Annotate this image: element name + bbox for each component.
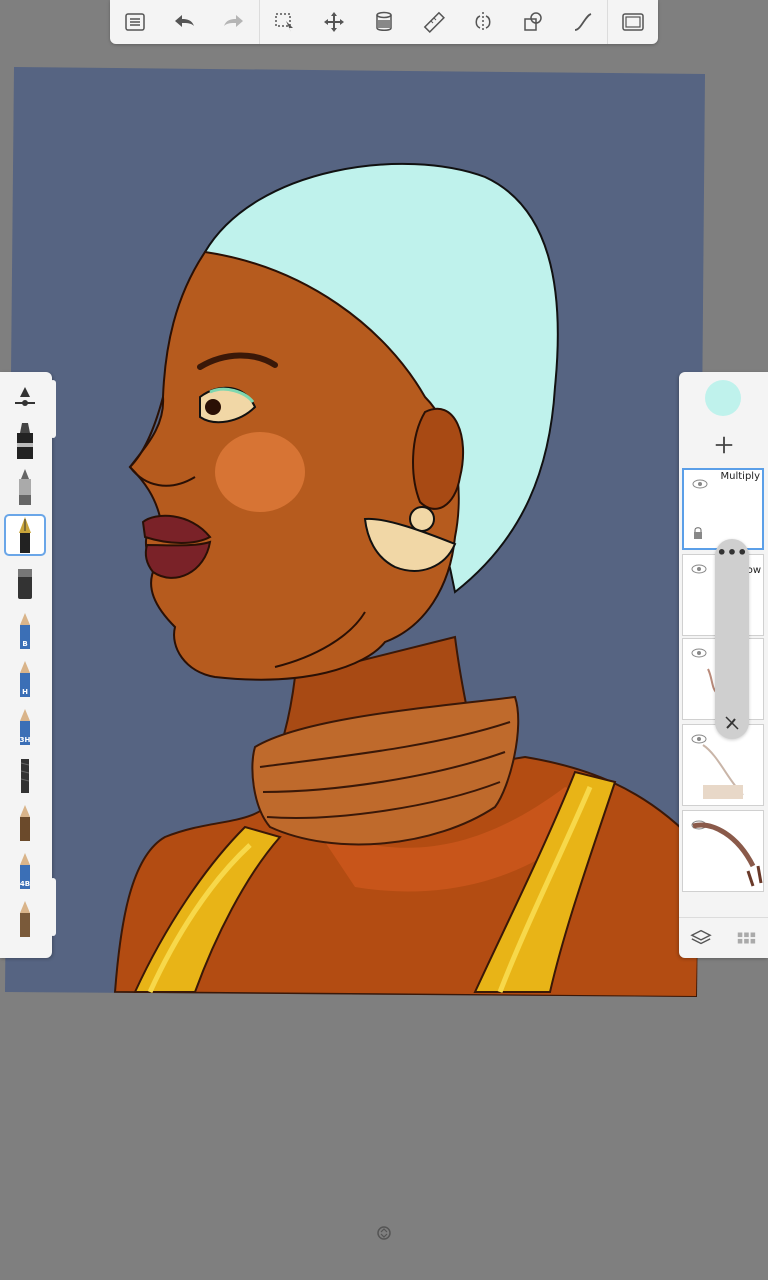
transform-move-icon[interactable] [310,0,360,44]
layer-item[interactable] [682,810,764,892]
brush-badge-3h: 3H [19,736,31,744]
layers-stack-icon[interactable] [690,927,712,949]
grid-view-icon[interactable] [735,927,757,949]
curve-icon[interactable] [558,0,608,44]
add-layer-button[interactable] [706,430,742,460]
visibility-eye-icon[interactable] [691,563,707,575]
layer-item[interactable]: Multiply [682,468,764,550]
airbrush-icon[interactable] [4,466,46,508]
marker-brush-icon[interactable] [4,420,46,462]
pencil-soft-icon[interactable] [4,898,46,940]
layer-blend-mode: Multiply [720,471,761,482]
panel-grip[interactable] [50,878,56,936]
shapes-icon[interactable] [508,0,558,44]
layer-opacity-slider[interactable]: ••• [715,539,749,739]
brush-badge-b: B [22,640,28,648]
brush-badge-h: H [22,688,28,696]
fountain-pen-icon[interactable] [4,514,46,556]
portrait-artwork [113,162,702,997]
ink-marker-icon[interactable] [4,562,46,604]
brush-library-panel: B H 3H 4B [0,372,56,958]
charcoal-icon[interactable] [4,754,46,796]
brush-size-slider-icon[interactable] [4,378,46,420]
plus-icon [715,436,733,454]
lock-icon[interactable] [692,526,704,540]
canvas-handle-icon[interactable] [376,1225,392,1241]
drawing-canvas[interactable] [5,67,705,997]
fill-bucket-icon[interactable] [359,0,409,44]
undo-icon[interactable] [160,0,210,44]
redo-icon[interactable] [209,0,259,44]
panel-grip[interactable] [50,380,56,438]
brush-badge-4b: 4B [19,880,31,888]
menu-list-icon[interactable] [110,0,160,44]
brush-off-icon[interactable] [724,715,740,731]
pencil-plain-icon[interactable] [4,802,46,844]
top-toolbar [110,0,658,44]
layer-thumbnail [692,822,763,887]
selection-icon[interactable] [260,0,310,44]
fullscreen-icon[interactable] [608,0,658,44]
ruler-icon[interactable] [409,0,459,44]
visibility-eye-icon[interactable] [692,478,708,490]
layer-panel-footer [679,917,768,958]
symmetry-icon[interactable] [458,0,508,44]
current-color-swatch[interactable] [705,380,741,416]
more-options-icon[interactable]: ••• [715,545,749,561]
